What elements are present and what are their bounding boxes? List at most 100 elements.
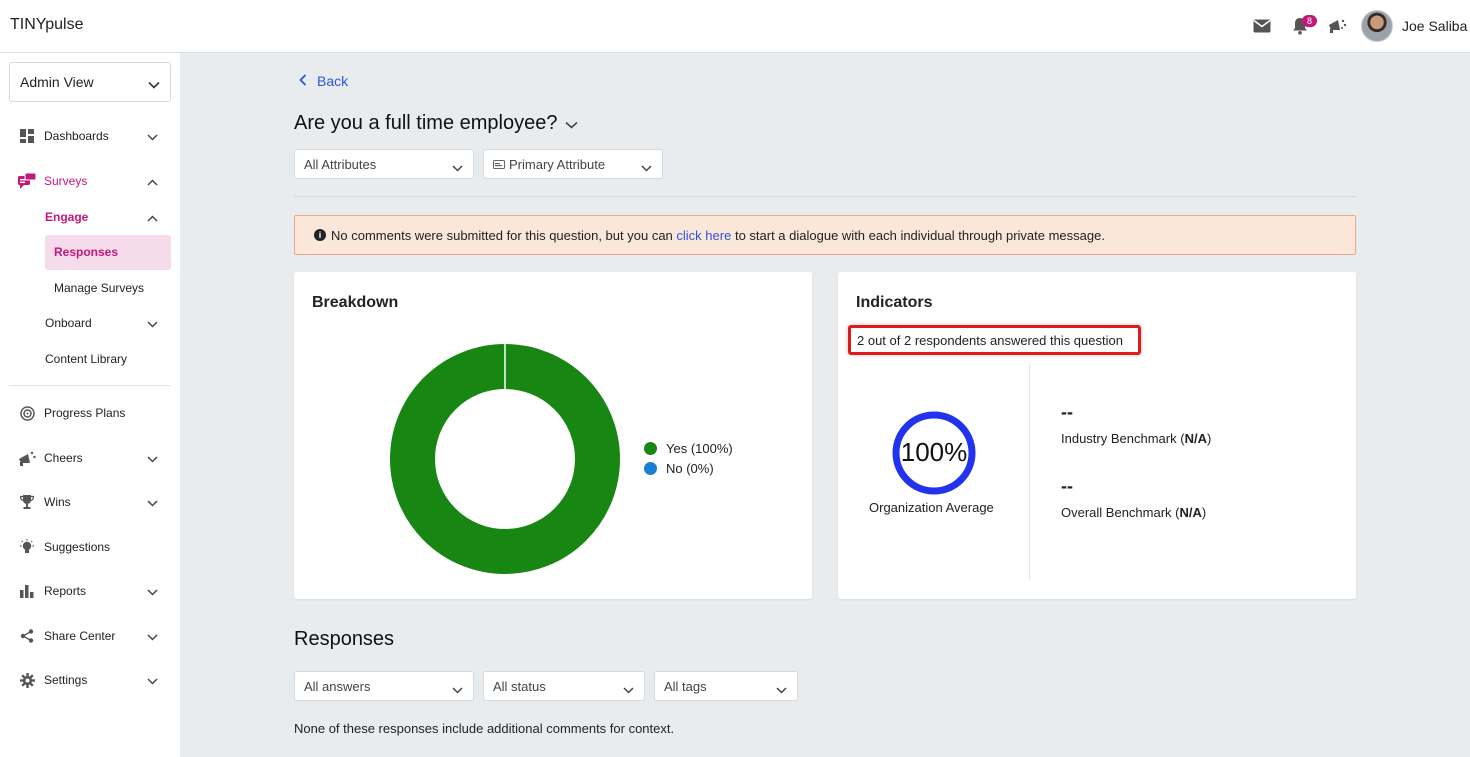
back-link[interactable]: Back: [299, 73, 348, 89]
brand-logo[interactable]: TINYpulse: [10, 16, 84, 34]
sidebar-item-responses[interactable]: Responses: [54, 236, 118, 268]
sidebar-item-label: Wins: [44, 495, 71, 509]
chevron-down-icon: [147, 130, 158, 144]
sidebar-item-manage-surveys[interactable]: Manage Surveys: [54, 272, 144, 304]
mail-icon[interactable]: [1250, 14, 1274, 38]
sidebar-item-settings[interactable]: Settings: [0, 664, 180, 696]
organization-average-value: 100%: [901, 437, 968, 467]
legend-label-no: No (0%): [666, 460, 714, 476]
chevron-down-icon: [147, 496, 158, 510]
answers-select-value: All answers: [304, 678, 371, 694]
alert-text-prefix: No comments were submitted for this ques…: [331, 227, 673, 243]
sidebar-item-content-library[interactable]: Content Library: [45, 343, 127, 375]
megaphone-icon[interactable]: [1325, 14, 1349, 38]
chevron-down-icon: [147, 674, 158, 688]
overall-benchmark-text: Overall Benchmark: [1061, 505, 1172, 520]
sidebar: Admin View Dashboards Surveys Engage Res…: [0, 53, 180, 757]
sidebar-item-onboard[interactable]: Onboard: [45, 307, 171, 339]
chevron-down-icon: [452, 682, 463, 697]
organization-average-label: Organization Average: [869, 500, 994, 515]
legend-item-yes[interactable]: Yes (100%): [644, 438, 733, 458]
sidebar-item-label: Content Library: [45, 352, 128, 366]
view-select-value: Admin View: [20, 74, 94, 90]
chevron-down-icon: [147, 317, 158, 331]
answers-select[interactable]: All answers: [294, 671, 474, 701]
sidebar-item-surveys[interactable]: Surveys: [0, 165, 180, 197]
breakdown-donut-chart: [390, 344, 620, 574]
primary-attribute-select[interactable]: Primary Attribute: [483, 149, 663, 179]
trophy-icon: [18, 493, 36, 511]
sidebar-item-progress-plans[interactable]: Progress Plans: [0, 397, 180, 429]
sidebar-item-engage[interactable]: Engage: [45, 201, 171, 233]
question-selector[interactable]: Are you a full time employee?: [294, 112, 579, 135]
legend-dot-yes: [644, 441, 657, 455]
chevron-down-icon: [148, 76, 160, 92]
respondents-highlight: 2 out of 2 respondents answered this que…: [848, 325, 1141, 355]
sidebar-item-label: Manage Surveys: [54, 281, 145, 295]
sidebar-item-label: Share Center: [44, 629, 116, 643]
attributes-select-value: All Attributes: [304, 156, 377, 172]
industry-benchmark-text: Industry Benchmark: [1061, 431, 1177, 446]
donut-slice-yes[interactable]: [390, 344, 620, 574]
no-comments-alert: i No comments were submitted for this qu…: [294, 215, 1356, 255]
bar-chart-icon: [18, 582, 36, 600]
overall-benchmark-value: --: [1061, 476, 1073, 496]
legend-item-no[interactable]: No (0%): [644, 458, 733, 478]
primary-attribute-select-value: Primary Attribute: [509, 156, 606, 172]
organization-average-ring: 100%: [892, 411, 976, 495]
tags-select[interactable]: All tags: [654, 671, 798, 701]
overall-benchmark-label: Overall Benchmark (N/A): [1061, 505, 1207, 520]
sidebar-item-label: Responses: [54, 245, 119, 259]
industry-benchmark-na: N/A: [1184, 431, 1207, 446]
sidebar-item-label: Surveys: [44, 174, 88, 188]
sidebar-divider: [9, 385, 171, 386]
chevron-down-icon: [641, 160, 652, 175]
chevron-down-icon: [147, 585, 158, 599]
chevron-down-icon: [565, 112, 579, 135]
user-name[interactable]: Joe Saliba: [1402, 18, 1467, 34]
tag-icon: [493, 159, 505, 169]
top-bar: TINYpulse 8 Joe Saliba: [0, 0, 1470, 53]
section-divider: [294, 196, 1356, 197]
attributes-select[interactable]: All Attributes: [294, 149, 474, 179]
sidebar-item-reports[interactable]: Reports: [0, 575, 180, 607]
chevron-down-icon: [452, 160, 463, 175]
chevron-down-icon: [776, 682, 787, 697]
view-select[interactable]: Admin View: [9, 62, 171, 102]
click-here-link[interactable]: click here: [676, 228, 731, 243]
sidebar-item-label: Onboard: [45, 316, 92, 330]
sidebar-item-label: Reports: [44, 584, 87, 598]
status-select-value: All status: [493, 678, 546, 694]
tags-select-value: All tags: [664, 678, 707, 694]
survey-icon: [18, 172, 36, 190]
chevron-down-icon: [623, 682, 634, 697]
chart-legend: Yes (100%) No (0%): [644, 438, 733, 478]
sidebar-item-label: Cheers: [44, 451, 83, 465]
breakdown-title: Breakdown: [312, 294, 399, 311]
indicators-divider: [1029, 364, 1030, 580]
sidebar-item-share-center[interactable]: Share Center: [0, 620, 180, 652]
sidebar-item-cheers[interactable]: Cheers: [0, 442, 180, 474]
indicators-title: Indicators: [856, 294, 933, 311]
sidebar-item-dashboards[interactable]: Dashboards: [0, 120, 180, 152]
info-icon: i: [314, 229, 326, 241]
alert-text-suffix: to start a dialogue with each individual…: [734, 227, 1105, 243]
no-comments-text: None of these responses include addition…: [294, 721, 675, 736]
lightbulb-icon: [18, 538, 36, 556]
indicators-card: Indicators 2 out of 2 respondents answer…: [838, 272, 1356, 599]
overall-benchmark-na: N/A: [1179, 505, 1202, 520]
sidebar-item-label: Suggestions: [44, 540, 111, 554]
sidebar-item-label: Dashboards: [44, 129, 109, 143]
back-label: Back: [317, 73, 349, 89]
sidebar-item-label: Engage: [45, 210, 89, 224]
sidebar-item-wins[interactable]: Wins: [0, 486, 180, 518]
legend-label-yes: Yes (100%): [666, 440, 733, 456]
sidebar-item-suggestions[interactable]: Suggestions: [0, 531, 180, 563]
notification-badge: 8: [1302, 15, 1318, 27]
share-icon: [18, 627, 36, 645]
sidebar-item-label: Progress Plans: [44, 406, 126, 420]
chevron-up-icon: [147, 175, 158, 189]
status-select[interactable]: All status: [483, 671, 645, 701]
avatar[interactable]: [1361, 10, 1393, 42]
gear-icon: [18, 671, 36, 689]
